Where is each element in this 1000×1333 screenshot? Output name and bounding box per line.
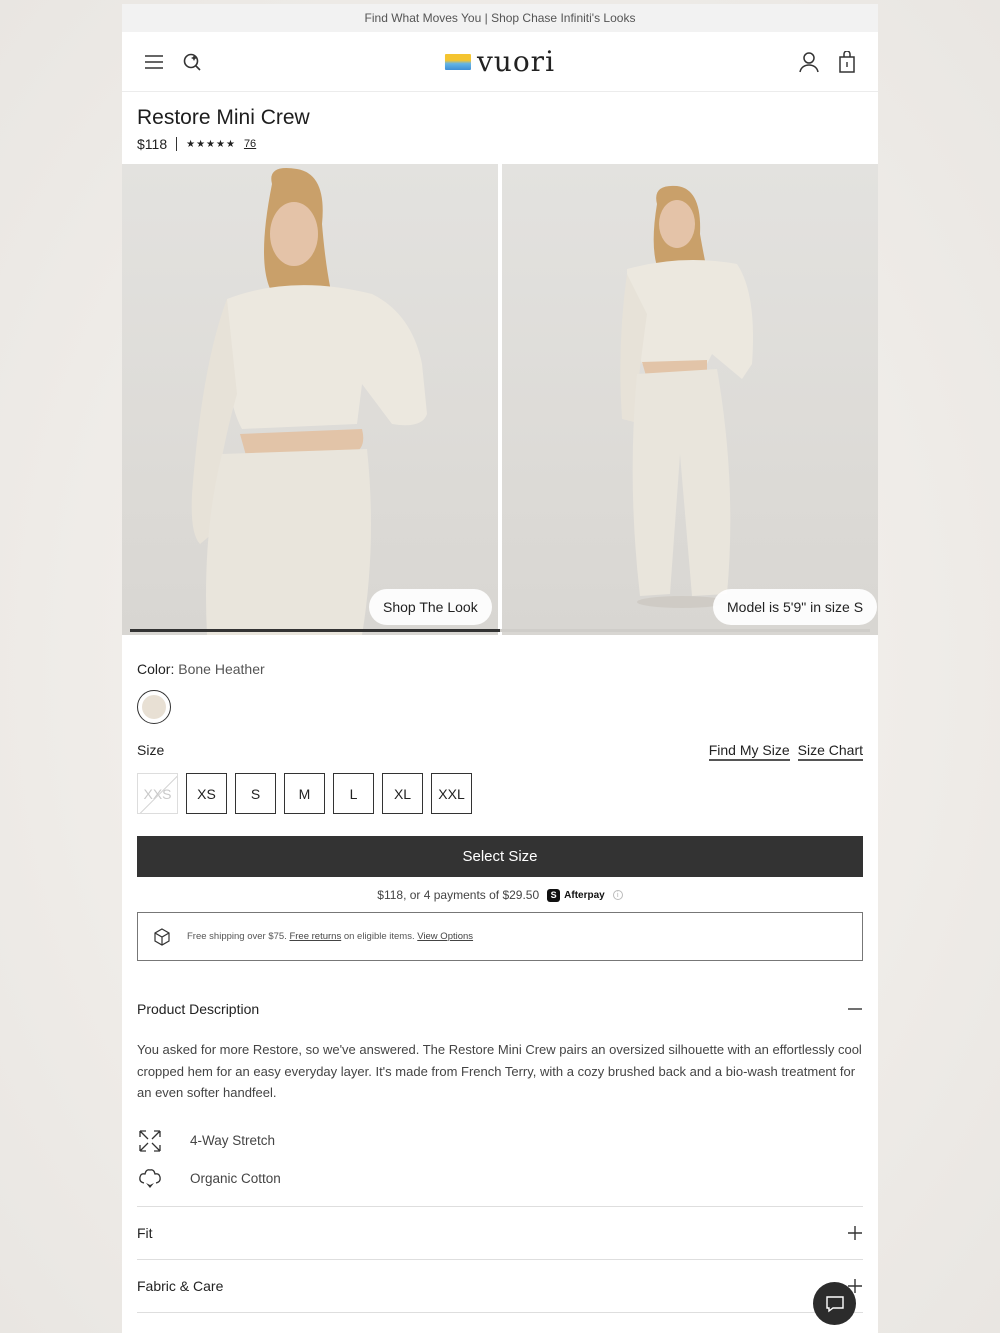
- color-value: Bone Heather: [178, 661, 265, 677]
- feature-item: Organic Cotton: [137, 1160, 863, 1198]
- size-option-xxl[interactable]: XXL: [431, 773, 472, 814]
- rating-stars-icon[interactable]: ★★★★★: [186, 139, 236, 150]
- chat-icon: [825, 1295, 845, 1313]
- color-swatch: [142, 695, 166, 719]
- shop-the-look-label: Shop The Look: [383, 599, 478, 615]
- shipping-text-1: Free shipping over $75.: [187, 931, 287, 942]
- size-option-s[interactable]: S: [235, 773, 276, 814]
- feature-list: 4-Way Stretch Organic Cotton: [137, 1122, 863, 1198]
- description-body: You asked for more Restore, so we've ans…: [137, 1042, 862, 1100]
- size-option-xl[interactable]: XL: [382, 773, 423, 814]
- minus-icon: [847, 1001, 863, 1017]
- plus-icon: [847, 1225, 863, 1241]
- promo-text[interactable]: Find What Moves You | Shop Chase Infinit…: [365, 11, 636, 25]
- shipping-text-2: on eligible items.: [343, 931, 415, 942]
- package-icon: [153, 927, 171, 946]
- model-photo-front-icon: [191, 168, 427, 635]
- size-option-xs[interactable]: XS: [186, 773, 227, 814]
- afterpay-text: $118, or 4 payments of $29.50: [377, 888, 540, 902]
- stretch-arrows-icon: [137, 1129, 163, 1153]
- size-option-l[interactable]: L: [333, 773, 374, 814]
- image-gallery[interactable]: Shop The Look Model is 5'9" in size S: [122, 164, 878, 635]
- color-row: Color: Bone Heather: [137, 661, 863, 677]
- color-swatch-selected[interactable]: [137, 690, 171, 724]
- accordion-next[interactable]: [137, 1311, 863, 1333]
- product-image-2[interactable]: Model is 5'9" in size S: [502, 164, 878, 635]
- model-photo-full-icon: [620, 185, 753, 608]
- shipping-info-box: Free shipping over $75. Free returns on …: [137, 912, 863, 961]
- find-my-size-link[interactable]: Find My Size: [708, 742, 790, 761]
- afterpay-logo[interactable]: S Afterpay: [547, 888, 605, 902]
- gallery-progress-fill: [130, 629, 500, 632]
- color-label: Color:: [137, 661, 175, 677]
- afterpay-badge-icon: S: [547, 888, 561, 902]
- size-option-xxs: XXS: [137, 773, 178, 814]
- accordion-fit[interactable]: Fit: [137, 1205, 863, 1259]
- size-options: XXS XS S M L XL XXL: [137, 773, 863, 814]
- cotton-icon: [137, 1167, 163, 1191]
- divider: [176, 137, 178, 151]
- select-size-button[interactable]: Select Size: [137, 836, 863, 877]
- product-page: Find What Moves You | Shop Chase Infinit…: [122, 4, 878, 1333]
- promo-banner[interactable]: Find What Moves You | Shop Chase Infinit…: [122, 4, 878, 32]
- accordion-label: Fit: [137, 1224, 153, 1241]
- product-image-1[interactable]: Shop The Look: [122, 164, 498, 635]
- feature-item: 4-Way Stretch: [137, 1122, 863, 1160]
- product-header: Restore Mini Crew $118 ★★★★★ 76: [122, 92, 878, 164]
- view-options-link[interactable]: View Options: [417, 931, 473, 942]
- bag-icon[interactable]: [838, 50, 856, 73]
- logo-text: vuori: [476, 44, 556, 78]
- brand-logo[interactable]: vuori: [444, 44, 556, 78]
- feature-label: 4-Way Stretch: [190, 1133, 276, 1148]
- free-returns-link[interactable]: Free returns: [289, 931, 341, 942]
- search-icon[interactable]: [182, 52, 202, 72]
- size-option-m[interactable]: M: [284, 773, 325, 814]
- product-price: $118: [137, 136, 168, 152]
- product-title: Restore Mini Crew: [137, 106, 310, 129]
- chat-button[interactable]: [813, 1282, 856, 1325]
- description-heading: Product Description: [137, 1001, 260, 1017]
- model-size-label: Model is 5'9" in size S: [727, 599, 864, 615]
- review-count-link[interactable]: 76: [244, 138, 256, 150]
- info-icon[interactable]: i: [612, 890, 623, 900]
- size-label: Size: [137, 742, 165, 758]
- afterpay-row: $118, or 4 payments of $29.50 S Afterpay…: [137, 888, 863, 902]
- menu-icon[interactable]: [144, 54, 164, 70]
- account-icon[interactable]: [798, 51, 820, 73]
- site-header: vuori: [122, 32, 878, 92]
- shop-the-look-button[interactable]: Shop The Look: [369, 589, 492, 625]
- model-size-pill: Model is 5'9" in size S: [713, 589, 878, 625]
- gallery-progress-bar: [130, 629, 870, 632]
- accordion-fabric-care[interactable]: Fabric & Care: [137, 1258, 863, 1312]
- logo-mark-icon: [444, 53, 471, 70]
- purchase-options: Color: Bone Heather Size Find My Size Si…: [122, 661, 878, 1333]
- accordion-label: Fabric & Care: [137, 1277, 224, 1294]
- afterpay-brand: Afterpay: [564, 889, 605, 901]
- description-toggle[interactable]: Product Description: [137, 1001, 863, 1017]
- feature-label: Organic Cotton: [190, 1171, 281, 1186]
- select-size-label: Select Size: [462, 848, 538, 865]
- size-chart-link[interactable]: Size Chart: [797, 742, 863, 761]
